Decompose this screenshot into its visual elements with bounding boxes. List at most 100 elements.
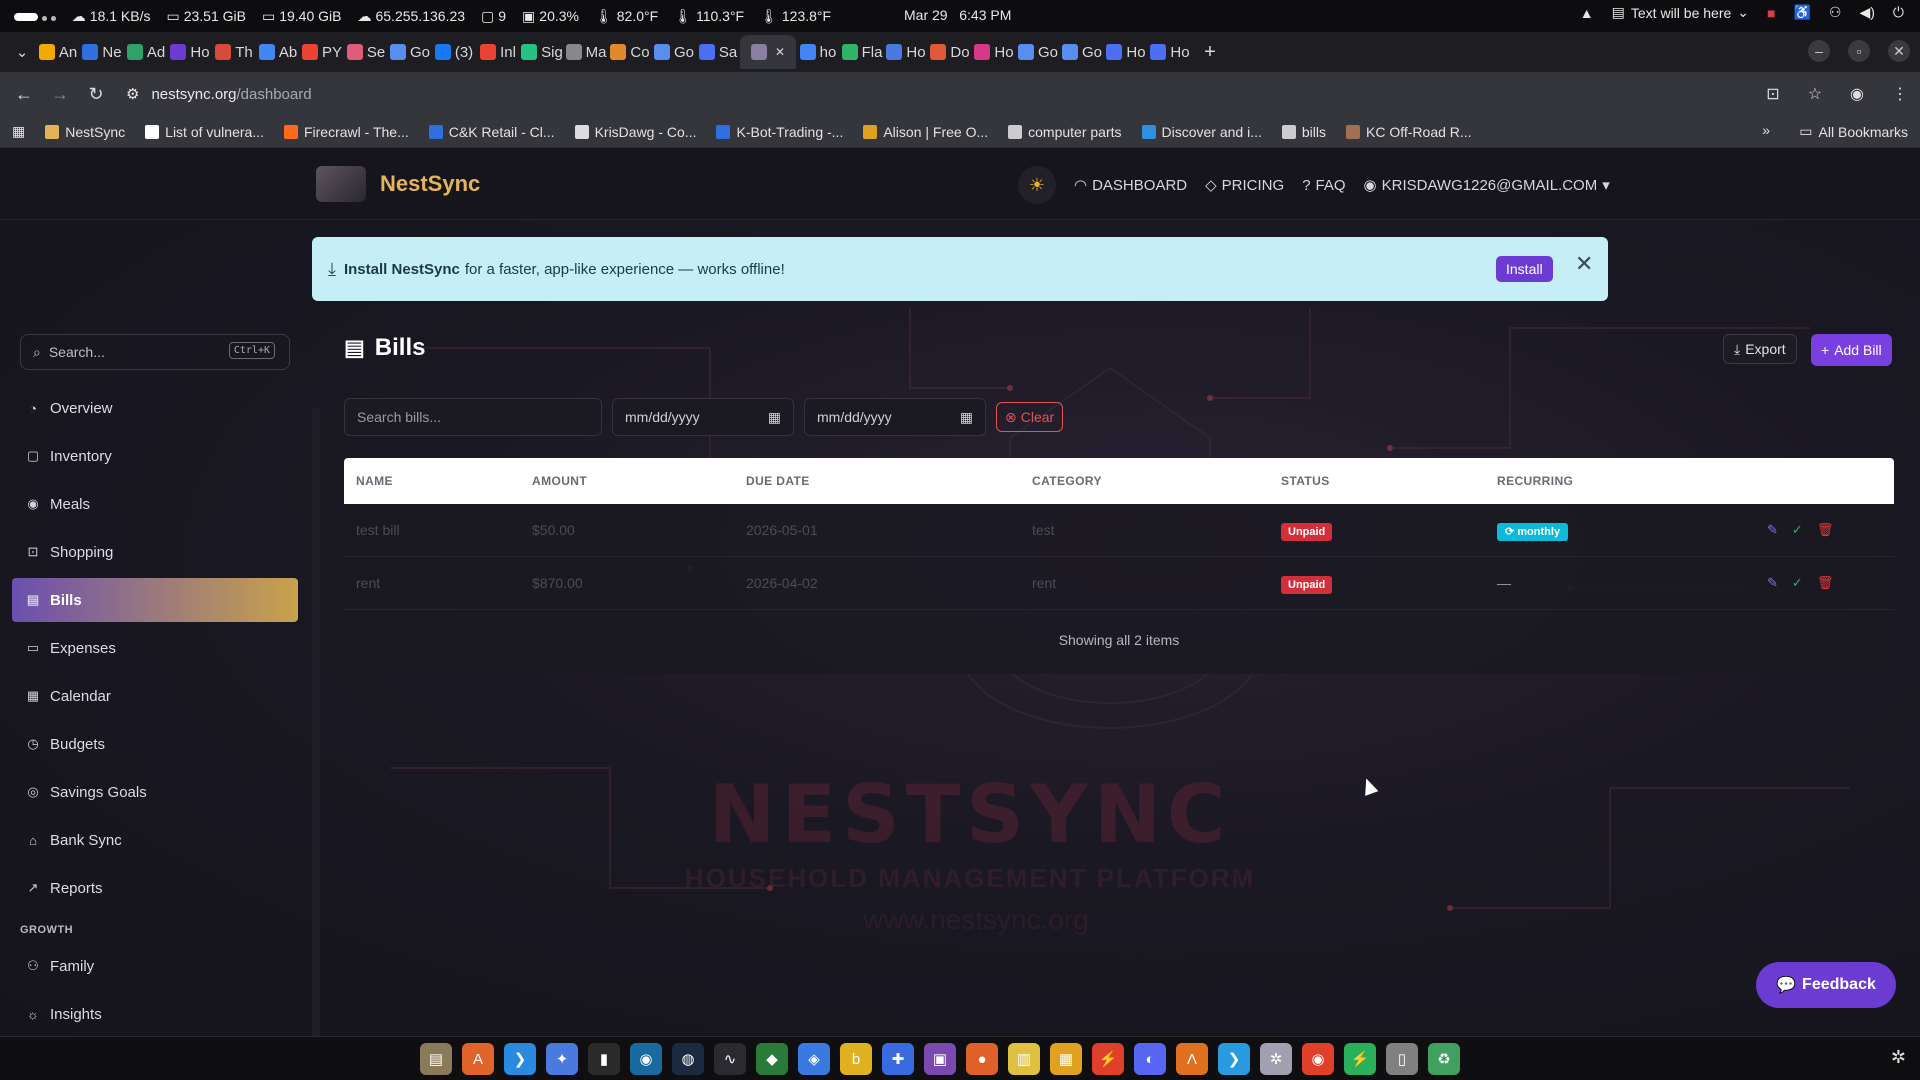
new-tab-button[interactable]: + bbox=[1192, 35, 1228, 69]
site-info-icon[interactable]: ⚙ bbox=[126, 85, 139, 103]
browser-tab[interactable]: Go bbox=[1016, 35, 1060, 69]
table-row[interactable]: test bill $50.00 2026-05-01 test Unpaid … bbox=[344, 504, 1894, 557]
bookmark-item[interactable]: C&K Retail - Cl... bbox=[428, 124, 555, 140]
account-menu[interactable]: ◉ KRISDAWG1226@GMAIL.COM ▾ bbox=[1364, 176, 1610, 195]
bookmark-item[interactable]: K-Bot-Trading -... bbox=[716, 124, 843, 140]
theme-toggle-button[interactable]: ☀ bbox=[1018, 166, 1056, 204]
browser-tab[interactable]: An bbox=[36, 35, 80, 69]
taskbar-chat-icon[interactable]: ▣ bbox=[924, 1043, 956, 1075]
browser-tab[interactable]: Sig bbox=[520, 35, 564, 69]
workspace-indicator[interactable] bbox=[14, 8, 56, 24]
calendar-icon[interactable]: ▦ bbox=[960, 409, 973, 426]
taskbar-notes-icon[interactable]: ▥ bbox=[1008, 1043, 1040, 1075]
bookmark-item[interactable]: Discover and i... bbox=[1141, 124, 1262, 140]
col-due-date[interactable]: DUE DATE bbox=[746, 474, 1032, 488]
sidebar-item-family[interactable]: ⚇ Family bbox=[12, 944, 298, 988]
sidebar-item-budgets[interactable]: ◷ Budgets bbox=[12, 722, 298, 766]
bookmark-item[interactable]: computer parts bbox=[1008, 124, 1122, 140]
taskbar-settings-icon[interactable]: ✲ bbox=[1260, 1043, 1292, 1075]
bookmark-item[interactable]: Alison | Free O... bbox=[863, 124, 988, 140]
col-category[interactable]: CATEGORY bbox=[1032, 474, 1281, 488]
minimize-icon[interactable]: – bbox=[1808, 40, 1830, 62]
delete-trash-icon[interactable]: 🗑 bbox=[1817, 522, 1834, 538]
taskbar-blender-icon[interactable]: Λ bbox=[1176, 1043, 1208, 1075]
mark-paid-check-icon[interactable]: ✓ bbox=[1792, 522, 1803, 538]
accessibility-icon[interactable]: ♿ bbox=[1793, 4, 1810, 21]
sidebar-item-bank-sync[interactable]: ⌂ Bank Sync bbox=[12, 818, 298, 862]
volume-icon[interactable]: ◀) bbox=[1859, 4, 1874, 21]
close-icon[interactable]: ✕ bbox=[1888, 40, 1910, 62]
clear-filters-button[interactable]: ⊗ Clear bbox=[996, 402, 1064, 432]
settings-gear-icon[interactable]: ✲ bbox=[1891, 1047, 1906, 1068]
tab-search-button[interactable]: ⌄ bbox=[8, 35, 36, 69]
tab-close-icon[interactable]: ✕ bbox=[775, 45, 785, 59]
notification-icon[interactable]: ▲ bbox=[1580, 5, 1594, 21]
nav-faq[interactable]: ? FAQ bbox=[1302, 177, 1345, 194]
mark-paid-check-icon[interactable]: ✓ bbox=[1792, 575, 1803, 591]
taskbar-vscode2-icon[interactable]: ❯ bbox=[1218, 1043, 1250, 1075]
browser-tab[interactable]: ✕ bbox=[740, 35, 796, 69]
apps-grid-icon[interactable]: ▦ bbox=[12, 123, 25, 140]
browser-tab[interactable]: Ho bbox=[1148, 35, 1192, 69]
bookmark-item[interactable]: KC Off-Road R... bbox=[1346, 124, 1472, 140]
taskbar-chrome-icon[interactable]: ◉ bbox=[1302, 1043, 1334, 1075]
taskbar-gemini-icon[interactable]: ✦ bbox=[546, 1043, 578, 1075]
browser-tab[interactable]: Go bbox=[388, 35, 432, 69]
taskbar-store-icon[interactable]: A bbox=[462, 1043, 494, 1075]
table-row[interactable]: rent $870.00 2026-04-02 rent Unpaid — ✎ … bbox=[344, 557, 1894, 610]
browser-tab[interactable]: Go bbox=[1060, 35, 1104, 69]
taskbar-monitor-icon[interactable]: ∿ bbox=[714, 1043, 746, 1075]
sidebar-item-savings-goals[interactable]: ◎ Savings Goals bbox=[12, 770, 298, 814]
browser-tab[interactable]: Ho bbox=[1104, 35, 1148, 69]
col-status[interactable]: STATUS bbox=[1281, 474, 1497, 488]
delete-trash-icon[interactable]: 🗑 bbox=[1817, 575, 1834, 591]
taskbar-copilot-icon[interactable]: ◈ bbox=[798, 1043, 830, 1075]
browser-tab[interactable]: Ho bbox=[884, 35, 928, 69]
add-bill-button[interactable]: + Add Bill bbox=[1811, 334, 1892, 366]
browser-tab[interactable]: Ho bbox=[972, 35, 1016, 69]
nav-dashboard[interactable]: ◠ DASHBOARD bbox=[1074, 176, 1187, 195]
taskbar-office-icon[interactable]: ▦ bbox=[1050, 1043, 1082, 1075]
date-to-input[interactable]: mm/dd/yyyy ▦ bbox=[804, 398, 986, 436]
sidebar-item-inventory[interactable]: ▢ Inventory bbox=[12, 434, 298, 478]
browser-tab[interactable]: PY bbox=[300, 35, 344, 69]
install-button[interactable]: Install bbox=[1496, 256, 1553, 282]
taskbar-discord-icon[interactable]: ◐ bbox=[1134, 1043, 1166, 1075]
menu-kebab-icon[interactable]: ⋮ bbox=[1892, 84, 1908, 104]
all-bookmarks[interactable]: ▭ All Bookmarks bbox=[1799, 123, 1908, 140]
taskbar-files-icon[interactable]: ▤ bbox=[420, 1043, 452, 1075]
taskbar-firefox-icon[interactable]: ● bbox=[966, 1043, 998, 1075]
taskbar-device-icon[interactable]: ▯ bbox=[1386, 1043, 1418, 1075]
browser-tab[interactable]: Go bbox=[652, 35, 696, 69]
browser-tab[interactable]: Th bbox=[212, 35, 256, 69]
clock[interactable]: Mar 29 6:43 PM bbox=[904, 7, 1011, 23]
browser-tab[interactable]: Ho bbox=[168, 35, 212, 69]
taskbar-chrome-canary-icon[interactable]: ◉ bbox=[630, 1043, 662, 1075]
sidebar-item-expenses[interactable]: ▭ Expenses bbox=[12, 626, 298, 670]
taskbar-game-icon[interactable]: ◆ bbox=[756, 1043, 788, 1075]
nav-pricing[interactable]: ◇ PRICING bbox=[1205, 176, 1284, 195]
edit-pencil-icon[interactable]: ✎ bbox=[1767, 522, 1778, 538]
bookmark-item[interactable]: List of vulnera... bbox=[145, 124, 264, 140]
browser-tab[interactable]: Inl bbox=[476, 35, 520, 69]
taskbar-trash-icon[interactable]: ♻ bbox=[1428, 1043, 1460, 1075]
date-from-input[interactable]: mm/dd/yyyy ▦ bbox=[612, 398, 794, 436]
browser-tab[interactable]: Ad bbox=[124, 35, 168, 69]
forward-button[interactable]: → bbox=[42, 84, 78, 105]
taskbar-terminal-icon[interactable]: ▮ bbox=[588, 1043, 620, 1075]
url-field[interactable]: ⚙ nestsync.org/dashboard bbox=[126, 85, 312, 104]
bookmark-item[interactable]: Firecrawl - The... bbox=[283, 124, 409, 140]
network-icon[interactable]: ⚇ bbox=[1829, 4, 1842, 21]
taskbar-bolt-icon[interactable]: ⚡ bbox=[1344, 1043, 1376, 1075]
sidebar-item-meals[interactable]: ◉ Meals bbox=[12, 482, 298, 526]
bookmark-item[interactable]: NestSync bbox=[45, 124, 125, 140]
taskbar-flash-icon[interactable]: ⚡ bbox=[1092, 1043, 1124, 1075]
browser-tab[interactable]: Se bbox=[344, 35, 388, 69]
browser-tab[interactable]: Ab bbox=[256, 35, 300, 69]
record-icon[interactable]: ■ bbox=[1767, 5, 1775, 21]
brand-logo[interactable]: NestSync bbox=[316, 166, 480, 202]
bookmark-item[interactable]: KrisDawg - Co... bbox=[574, 124, 696, 140]
col-amount[interactable]: AMOUNT bbox=[532, 474, 746, 488]
bookmarks-overflow-button[interactable]: » bbox=[1762, 122, 1770, 138]
maximize-icon[interactable]: ▫ bbox=[1848, 40, 1870, 62]
